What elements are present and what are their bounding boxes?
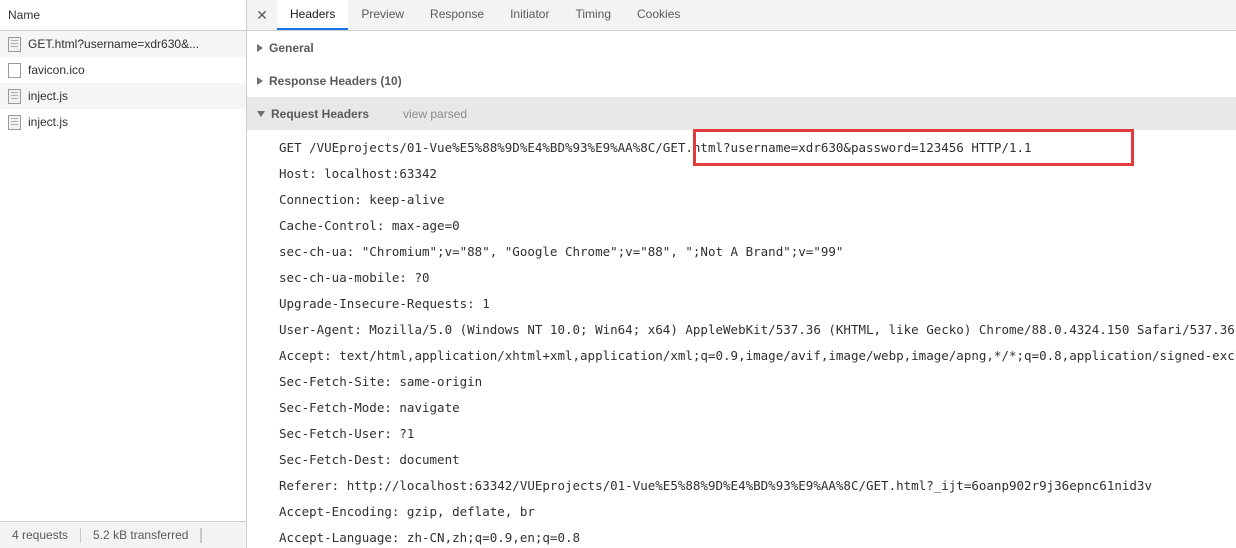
header-line-connection: Connection: keep-alive <box>279 192 445 207</box>
network-status-bar: 4 requests 5.2 kB transferred <box>0 521 246 548</box>
detail-tab-bar: ✕ Headers Preview Response Initiator Tim… <box>247 0 1236 31</box>
close-icon[interactable]: ✕ <box>247 0 277 30</box>
header-line-accept-language: Accept-Language: zh-CN,zh;q=0.9,en;q=0.8 <box>279 530 581 545</box>
status-spacer <box>201 527 203 543</box>
tab-headers[interactable]: Headers <box>277 0 349 30</box>
section-general-label: General <box>269 40 314 55</box>
header-line-sec-fetch-user: Sec-Fetch-User: ?1 <box>279 426 415 441</box>
section-general[interactable]: General <box>247 31 1236 64</box>
list-item[interactable]: inject.js <box>0 109 246 135</box>
list-item-label: favicon.ico <box>28 63 85 77</box>
tab-timing[interactable]: Timing <box>562 0 624 30</box>
tab-cookies[interactable]: Cookies <box>624 0 693 30</box>
request-rows: GET.html?username=xdr630&... favicon.ico… <box>0 31 246 521</box>
header-line-sec-fetch-mode: Sec-Fetch-Mode: navigate <box>279 400 460 415</box>
list-item[interactable]: favicon.ico <box>0 57 246 83</box>
transferred-size: 5.2 kB transferred <box>81 527 202 543</box>
document-icon <box>8 36 21 52</box>
header-line-sec-ch-ua-mobile: sec-ch-ua-mobile: ?0 <box>279 270 430 285</box>
name-column-header[interactable]: Name <box>0 0 246 31</box>
header-line-user-agent: User-Agent: Mozilla/5.0 (Windows NT 10.0… <box>279 322 1235 337</box>
request-header-lines: GET /VUEprojects/01-Vue%E5%88%9D%E4%BD%9… <box>247 130 1236 548</box>
section-request-headers[interactable]: Request Headers view parsed <box>247 97 1236 130</box>
request-list-panel: Name GET.html?username=xdr630&... favico… <box>0 0 247 548</box>
name-column-label: Name <box>8 8 41 22</box>
header-line-request: GET /VUEprojects/01-Vue%E5%88%9D%E4%BD%9… <box>279 140 1032 155</box>
tab-response[interactable]: Response <box>417 0 497 30</box>
header-line-host: Host: localhost:63342 <box>279 166 438 181</box>
headers-content: General Response Headers (10) Request He… <box>247 31 1236 548</box>
header-line-referer: Referer: http://localhost:63342/VUEproje… <box>279 478 1152 493</box>
section-response-headers-label: Response Headers (10) <box>269 73 402 88</box>
section-response-headers[interactable]: Response Headers (10) <box>247 64 1236 97</box>
header-line-sec-fetch-site: Sec-Fetch-Site: same-origin <box>279 374 483 389</box>
header-line-sec-ch-ua: sec-ch-ua: "Chromium";v="88", "Google Ch… <box>279 244 844 259</box>
header-line-accept: Accept: text/html,application/xhtml+xml,… <box>279 348 1236 363</box>
script-icon <box>8 114 21 130</box>
list-item-label: GET.html?username=xdr630&... <box>28 37 200 51</box>
header-line-cache-control: Cache-Control: max-age=0 <box>279 218 460 233</box>
view-parsed-link[interactable]: view parsed <box>403 107 467 121</box>
list-item[interactable]: inject.js <box>0 83 246 109</box>
header-line-sec-fetch-dest: Sec-Fetch-Dest: document <box>279 452 460 467</box>
header-line-upgrade-insecure-requests: Upgrade-Insecure-Requests: 1 <box>279 296 490 311</box>
list-item[interactable]: GET.html?username=xdr630&... <box>0 31 246 57</box>
tab-initiator[interactable]: Initiator <box>497 0 562 30</box>
section-request-headers-label: Request Headers <box>271 106 370 121</box>
devtools-network-panel: Name GET.html?username=xdr630&... favico… <box>0 0 1236 548</box>
requests-count: 4 requests <box>0 527 82 543</box>
list-item-label: inject.js <box>28 89 69 103</box>
chevron-down-icon <box>257 110 265 117</box>
list-item-label: inject.js <box>28 115 69 129</box>
blank-file-icon <box>8 62 21 78</box>
tab-preview[interactable]: Preview <box>348 0 417 30</box>
script-icon <box>8 88 21 104</box>
header-line-accept-encoding: Accept-Encoding: gzip, deflate, br <box>279 504 535 519</box>
request-detail-panel: ✕ Headers Preview Response Initiator Tim… <box>247 0 1236 548</box>
chevron-right-icon <box>257 43 263 52</box>
chevron-right-icon <box>257 76 263 85</box>
